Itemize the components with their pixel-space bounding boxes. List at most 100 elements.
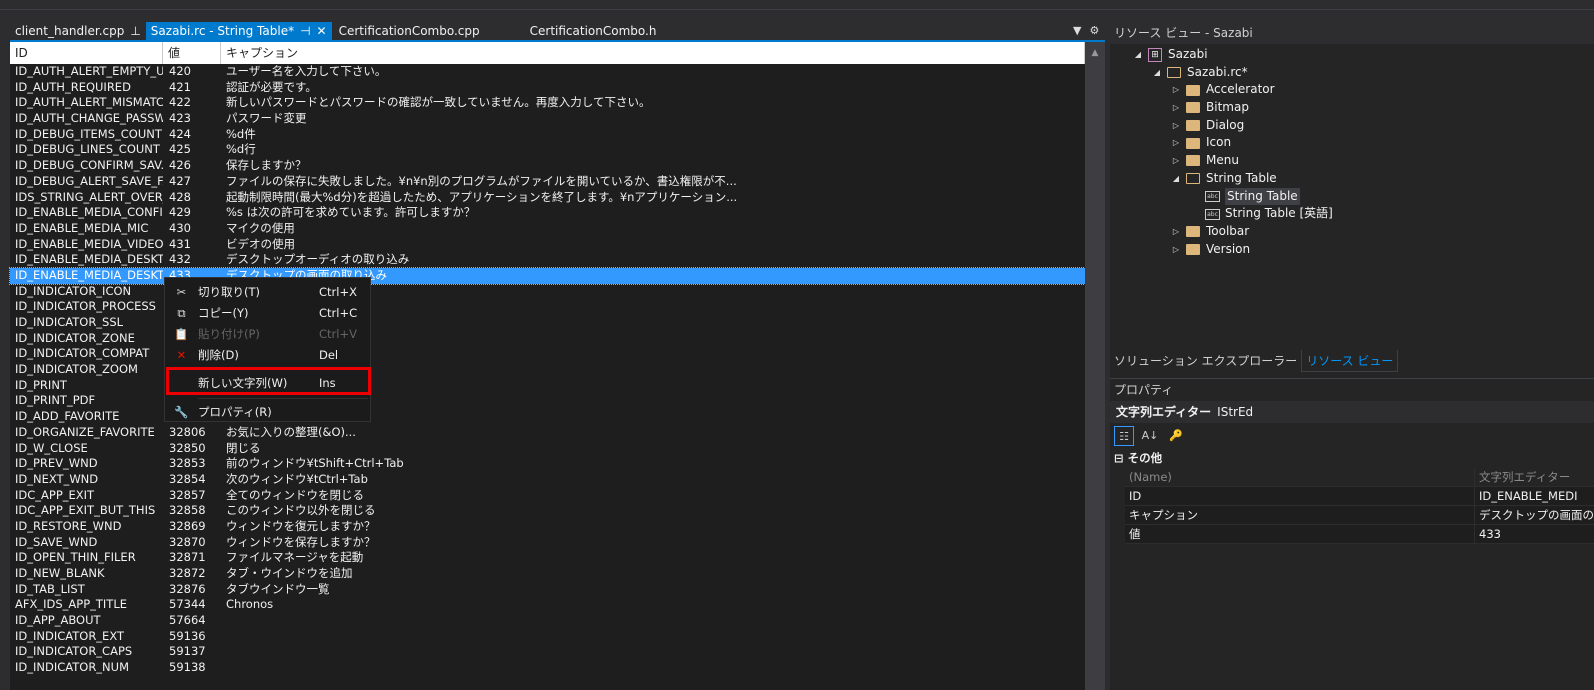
table-row[interactable]: ID_RESTORE_WND 32869 ウィンドウを復元しますか？: [10, 519, 1085, 535]
table-row[interactable]: ID_AUTH_ALERT_EMPTY_U... 420 ユーザー名を入力して下さい…: [10, 64, 1085, 80]
folder-open-icon: [1186, 173, 1200, 185]
property-row[interactable]: (Name) 文字列エディター: [1125, 468, 1594, 487]
table-row[interactable]: IDC_APP_EXIT 32857 全てのウィンドウを閉じる: [10, 488, 1085, 504]
vertical-scrollbar[interactable]: ▲: [1085, 42, 1105, 690]
table-row[interactable]: ID_APP_ABOUT 57664: [10, 613, 1085, 629]
tree-node[interactable]: ▷ Menu: [1110, 152, 1594, 170]
table-row[interactable]: ID_INDICATOR_CAPS 59137: [10, 644, 1085, 660]
cell-id: ID_ENABLE_MEDIA_VIDEO: [15, 236, 163, 251]
menu-item-properties[interactable]: 🔧 プロパティ(R): [165, 402, 370, 423]
tree-node[interactable]: abc String Table: [1110, 187, 1594, 206]
table-row[interactable]: ID_NEW_BLANK 32872 タブ・ウインドウを追加: [10, 566, 1085, 582]
table-row[interactable]: IDC_APP_EXIT_BUT_THIS 32858 このウィンドウ以外を閉じる: [10, 503, 1085, 519]
table-row[interactable]: ID_W_CLOSE 32850 閉じる: [10, 441, 1085, 457]
tab-string-table[interactable]: Sazabi.rc - String Table* ⊣ ✕: [145, 22, 332, 40]
cell-value: 32870: [169, 534, 206, 549]
cell-caption: このウィンドウ以外を閉じる: [226, 503, 376, 518]
table-row[interactable]: ID_PREV_WND 32853 前のウィンドウ¥tShift+Ctrl+Tab: [10, 456, 1085, 472]
tab-resource-view[interactable]: リソース ビュー: [1301, 350, 1399, 372]
left-tool-strip: [0, 10, 10, 690]
tab-dropdown-icon[interactable]: ▼: [1073, 24, 1081, 37]
collapsed-arrow-icon[interactable]: ▷: [1170, 152, 1182, 170]
cell-id: ID_ENABLE_MEDIA_CONFI...: [15, 205, 163, 220]
pin-icon[interactable]: ⊥: [130, 22, 140, 40]
expanded-arrow-icon[interactable]: ◢: [1170, 170, 1182, 188]
expanded-arrow-icon[interactable]: ◢: [1151, 64, 1163, 82]
sort-alphabetical-icon[interactable]: A↓: [1140, 426, 1160, 446]
collapsed-arrow-icon[interactable]: ▷: [1170, 223, 1182, 241]
tab-certification-combo-cpp[interactable]: CertificationCombo.cpp: [334, 22, 485, 40]
collapsed-arrow-icon[interactable]: ▷: [1170, 81, 1182, 99]
table-row[interactable]: ID_SAVE_WND 32870 ウィンドウを保存しますか？: [10, 535, 1085, 551]
cell-caption: デスクトップオーディオの取り込み: [226, 252, 410, 267]
collapsed-arrow-icon[interactable]: ▷: [1170, 241, 1182, 259]
table-row[interactable]: AFX_IDS_APP_TITLE 57344 Chronos: [10, 597, 1085, 613]
object-selector[interactable]: 文字列エディター IStrEd: [1110, 401, 1594, 423]
tab-client-handler[interactable]: client_handler.cpp ⊥: [10, 22, 146, 40]
table-row[interactable]: ID_TAB_LIST 32876 タブウインドウ一覧: [10, 582, 1085, 598]
properties-title: プロパティ: [1114, 383, 1174, 397]
categorized-icon[interactable]: ☷: [1114, 426, 1134, 446]
menu-item-paste[interactable]: 📋 貼り付け(P) Ctrl+V: [165, 324, 370, 345]
highlight-box: [166, 367, 371, 395]
table-row[interactable]: ID_NEXT_WND 32854 次のウィンドウ¥tCtrl+Tab: [10, 472, 1085, 488]
cell-id: ID_INDICATOR_ICON: [15, 283, 132, 298]
property-row[interactable]: 値 433: [1125, 525, 1594, 544]
tab-solution-explorer[interactable]: ソリューション エクスプローラー: [1110, 350, 1301, 372]
property-name: ID: [1125, 487, 1475, 505]
tree-node[interactable]: ◢ ⊞ Sazabi: [1110, 46, 1594, 64]
table-row[interactable]: ID_DEBUG_CONFIRM_SAV... 426 保存しますか？: [10, 158, 1085, 174]
collapsed-arrow-icon[interactable]: ▷: [1170, 134, 1182, 152]
scissors-icon: ✂: [176, 285, 187, 299]
cell-value: 426: [169, 158, 191, 173]
expanded-arrow-icon[interactable]: ◢: [1132, 46, 1144, 64]
tree-node[interactable]: ◢ Sazabi.rc*: [1110, 64, 1594, 82]
tree-node[interactable]: abc String Table [英語]: [1110, 205, 1594, 223]
property-pages-icon[interactable]: 🔑: [1166, 426, 1186, 446]
property-value: デスクトップの画面の: [1479, 508, 1594, 522]
tree-node[interactable]: ▷ Icon: [1110, 134, 1594, 152]
column-header-value[interactable]: 値: [163, 42, 221, 64]
tree-node[interactable]: ▷ Bitmap: [1110, 99, 1594, 117]
tree-node[interactable]: ◢ String Table: [1110, 170, 1594, 188]
collapsed-arrow-icon[interactable]: ▷: [1170, 117, 1182, 135]
table-row[interactable]: ID_INDICATOR_EXT 59136: [10, 629, 1085, 645]
tree-node[interactable]: ▷ Dialog: [1110, 117, 1594, 135]
tree-node-label: Sazabi: [1168, 47, 1208, 61]
collapsed-arrow-icon[interactable]: ▷: [1170, 99, 1182, 117]
cell-caption: 認証が必要です。: [226, 79, 317, 94]
column-header-id[interactable]: ID: [10, 42, 163, 64]
menu-item-cut[interactable]: ✂ 切り取り(T) Ctrl+X: [165, 282, 370, 303]
gear-icon[interactable]: ⚙: [1089, 24, 1099, 37]
cell-value: 424: [169, 126, 191, 141]
table-row[interactable]: ID_ENABLE_MEDIA_CONFI... 429 %s は次の許可を求めてい…: [10, 205, 1085, 221]
table-row[interactable]: ID_ENABLE_MEDIA_MIC 430 マイクの使用: [10, 221, 1085, 237]
table-row[interactable]: ID_AUTH_REQUIRED 421 認証が必要です。: [10, 80, 1085, 96]
tree-node[interactable]: ▷ Version: [1110, 241, 1594, 259]
table-row[interactable]: ID_OPEN_THIN_FILER 32871 ファイルマネージャを起動: [10, 550, 1085, 566]
tree-node[interactable]: ▷ Toolbar: [1110, 223, 1594, 241]
property-row[interactable]: キャプション デスクトップの画面の: [1125, 506, 1594, 525]
tree-node[interactable]: ▷ Accelerator: [1110, 81, 1594, 99]
scroll-up-icon[interactable]: ▲: [1085, 48, 1105, 58]
table-row[interactable]: ID_DEBUG_LINES_COUNT 425 %d行: [10, 142, 1085, 158]
menu-item-copy[interactable]: ⧉ コピー(Y) Ctrl+C: [165, 303, 370, 324]
table-row[interactable]: ID_DEBUG_ITEMS_COUNT 424 %d件: [10, 127, 1085, 143]
table-row[interactable]: ID_ENABLE_MEDIA_VIDEO 431 ビデオの使用: [10, 237, 1085, 253]
pin-icon[interactable]: ⊣: [300, 22, 310, 40]
table-row[interactable]: ID_AUTH_ALERT_MISMATC... 422 新しいパスワードとパスワー…: [10, 95, 1085, 111]
table-row[interactable]: ID_INDICATOR_NUM 59138: [10, 660, 1085, 676]
column-header-caption[interactable]: キャプション: [221, 42, 1085, 64]
tab-certification-combo-h[interactable]: CertificationCombo.h: [525, 22, 662, 40]
menu-item-delete[interactable]: ✕ 削除(D) Del: [165, 345, 370, 366]
table-row[interactable]: ID_DEBUG_ALERT_SAVE_FA... 427 ファイルの保存に失敗しま…: [10, 174, 1085, 190]
tree-node-label: Bitmap: [1206, 100, 1249, 115]
collapse-icon[interactable]: ⊟: [1114, 451, 1128, 465]
table-row[interactable]: ID_ENABLE_MEDIA_DESKT... 432 デスクトップオーディオの取…: [10, 252, 1085, 268]
property-row[interactable]: ID ID_ENABLE_MEDI: [1125, 487, 1594, 506]
table-row[interactable]: IDS_STRING_ALERT_OVER_... 428 起動制限時間(最大%d分…: [10, 190, 1085, 206]
table-row[interactable]: ID_AUTH_CHANGE_PASSW... 423 パスワード変更: [10, 111, 1085, 127]
close-icon[interactable]: ✕: [317, 22, 327, 40]
table-row[interactable]: ID_ORGANIZE_FAVORITE 32806 お気に入りの整理(&O)...: [10, 425, 1085, 441]
category-other[interactable]: ⊟ その他: [1110, 449, 1594, 468]
